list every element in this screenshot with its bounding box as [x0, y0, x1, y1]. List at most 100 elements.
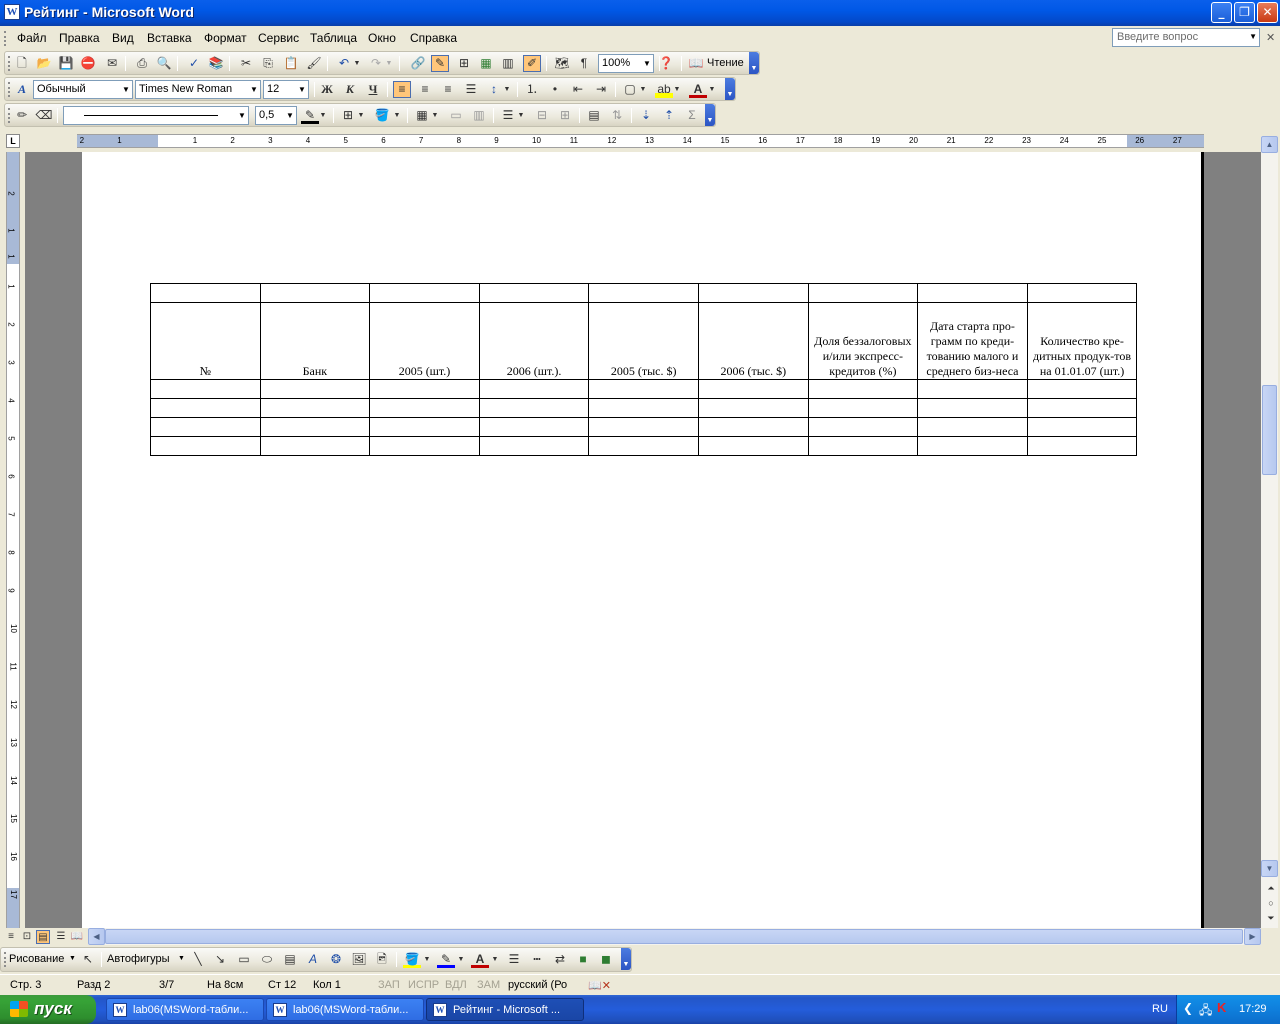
line-spacing-icon[interactable]: ↕: [485, 81, 503, 98]
font-color-dropdown-icon[interactable]: ▼: [491, 951, 499, 968]
toolbar-grip[interactable]: [4, 952, 7, 967]
font-select[interactable]: Times New Roman ▼: [135, 80, 261, 99]
fill-color-dropdown-icon[interactable]: ▼: [423, 951, 431, 968]
save-icon[interactable]: 💾: [57, 55, 75, 72]
line-spacing-dropdown-icon[interactable]: ▼: [503, 81, 511, 98]
table-cell[interactable]: [588, 436, 699, 456]
table-cell[interactable]: [1026, 417, 1138, 437]
document-table[interactable]: № Банк 2005 (шт.) 2006 (шт.). 2005 (тыс. $) 2…: [150, 283, 1138, 456]
table-cell[interactable]: [1026, 283, 1138, 303]
table-header-cell[interactable]: Дата старта про-грамм по креди-тованию м…: [917, 302, 1028, 380]
web-view-icon[interactable]: ⊡: [20, 930, 34, 944]
undo-icon[interactable]: ↶: [335, 55, 353, 72]
insert-excel-icon[interactable]: ▦: [477, 55, 495, 72]
table-cell[interactable]: [588, 417, 699, 437]
insert-table-icon[interactable]: ▦: [413, 107, 431, 124]
table-cell[interactable]: [150, 283, 261, 303]
toolbar-options-icon[interactable]: ▼: [621, 948, 631, 970]
table-cell[interactable]: [807, 283, 919, 303]
shadow-style-icon[interactable]: ■: [574, 951, 592, 968]
scroll-right-icon[interactable]: ▶: [1244, 928, 1261, 945]
picture-icon[interactable]: 🖻: [373, 951, 391, 968]
undo-dropdown-icon[interactable]: ▼: [353, 55, 361, 72]
toolbar-grip[interactable]: [8, 82, 11, 97]
table-cell[interactable]: [259, 379, 371, 399]
align-center-icon[interactable]: ≡: [416, 81, 434, 98]
drawing-menu-button[interactable]: Рисование: [9, 953, 64, 965]
align-cell-dropdown-icon[interactable]: ▼: [517, 107, 525, 124]
table-cell[interactable]: [478, 417, 590, 437]
close-button[interactable]: ✕: [1257, 2, 1278, 23]
font-size-select[interactable]: 12 ▼: [263, 80, 309, 99]
print-icon[interactable]: ⎙: [133, 55, 151, 72]
columns-icon[interactable]: ▥: [499, 55, 517, 72]
distribute-columns-icon[interactable]: ⊞: [556, 107, 574, 124]
arrow-icon[interactable]: ↘: [211, 951, 229, 968]
justify-icon[interactable]: ☰: [462, 81, 480, 98]
table-cell[interactable]: [917, 398, 1028, 418]
table-cell[interactable]: [369, 417, 480, 437]
spelling-status-icon[interactable]: 📖✕: [588, 979, 611, 992]
tab-selector[interactable]: L: [6, 134, 20, 148]
fill-color-icon[interactable]: 🪣: [403, 951, 421, 968]
table-cell[interactable]: [807, 436, 919, 456]
table-cell[interactable]: [1026, 379, 1138, 399]
table-header-cell[interactable]: №: [150, 302, 261, 380]
menu-file[interactable]: Файл: [17, 31, 47, 45]
table-cell[interactable]: [150, 379, 261, 399]
table-cell[interactable]: [807, 417, 919, 437]
table-cell[interactable]: [917, 417, 1028, 437]
table-cell[interactable]: [807, 379, 919, 399]
chevron-down-icon[interactable]: ▼: [248, 81, 260, 98]
increase-indent-icon[interactable]: ⇥: [592, 81, 610, 98]
table-cell[interactable]: [1026, 398, 1138, 418]
taskbar-item[interactable]: W lab06(MSWord-табли...: [106, 998, 264, 1021]
table-cell[interactable]: [917, 379, 1028, 399]
shading-dropdown-icon[interactable]: ▼: [393, 107, 401, 124]
menu-tools[interactable]: Сервис: [258, 31, 299, 45]
table-cell[interactable]: [697, 379, 809, 399]
table-cell[interactable]: [588, 283, 699, 303]
chevron-down-icon[interactable]: ▼: [641, 55, 653, 72]
toolbar-options-icon[interactable]: ▼: [725, 78, 735, 100]
table-cell[interactable]: [697, 436, 809, 456]
reading-mode-button[interactable]: Чтение: [707, 57, 744, 69]
format-painter-icon[interactable]: 🖌: [305, 55, 323, 72]
table-cell[interactable]: [369, 436, 480, 456]
table-cell[interactable]: [697, 283, 809, 303]
align-left-icon[interactable]: ≡: [393, 81, 411, 98]
table-cell[interactable]: [369, 379, 480, 399]
table-cell[interactable]: [697, 417, 809, 437]
bullets-icon[interactable]: •: [546, 81, 564, 98]
chevron-down-icon[interactable]: ▼: [178, 955, 185, 962]
sort-ascending-icon[interactable]: ⇣: [637, 107, 655, 124]
new-document-icon[interactable]: 🗋: [13, 55, 31, 72]
status-record[interactable]: ЗАП: [378, 979, 400, 991]
menu-table[interactable]: Таблица: [310, 31, 357, 45]
font-color-dropdown-icon[interactable]: ▼: [708, 81, 716, 98]
table-cell[interactable]: [150, 417, 261, 437]
network-icon[interactable]: 🖧: [1199, 1001, 1212, 1022]
research-icon[interactable]: 📚: [207, 55, 225, 72]
print-preview-icon[interactable]: 🔍: [155, 55, 173, 72]
table-cell[interactable]: [588, 398, 699, 418]
document-page[interactable]: [82, 152, 1204, 928]
insert-table-icon[interactable]: ⊞: [455, 55, 473, 72]
table-cell[interactable]: [1026, 436, 1138, 456]
status-extend[interactable]: ВДЛ: [445, 979, 467, 991]
menu-grip[interactable]: [4, 31, 7, 46]
chevron-down-icon[interactable]: ▼: [284, 107, 296, 124]
distribute-rows-icon[interactable]: ⊟: [533, 107, 551, 124]
redo-dropdown-icon[interactable]: ▼: [385, 55, 393, 72]
autoshapes-button[interactable]: Автофигуры: [107, 953, 170, 965]
border-icon[interactable]: ▢: [621, 81, 639, 98]
border-color-dropdown-icon[interactable]: ▼: [319, 107, 327, 124]
status-overtype[interactable]: ЗАМ: [477, 979, 500, 991]
italic-button[interactable]: К: [341, 81, 359, 98]
permission-icon[interactable]: ⛔: [79, 55, 97, 72]
document-map-icon[interactable]: 🗺: [553, 55, 571, 72]
status-track-changes[interactable]: ИСПР: [408, 979, 439, 991]
wordart-icon[interactable]: A: [304, 951, 322, 968]
clip-art-icon[interactable]: 🖼: [350, 951, 368, 968]
styles-formatting-icon[interactable]: A: [13, 81, 31, 98]
